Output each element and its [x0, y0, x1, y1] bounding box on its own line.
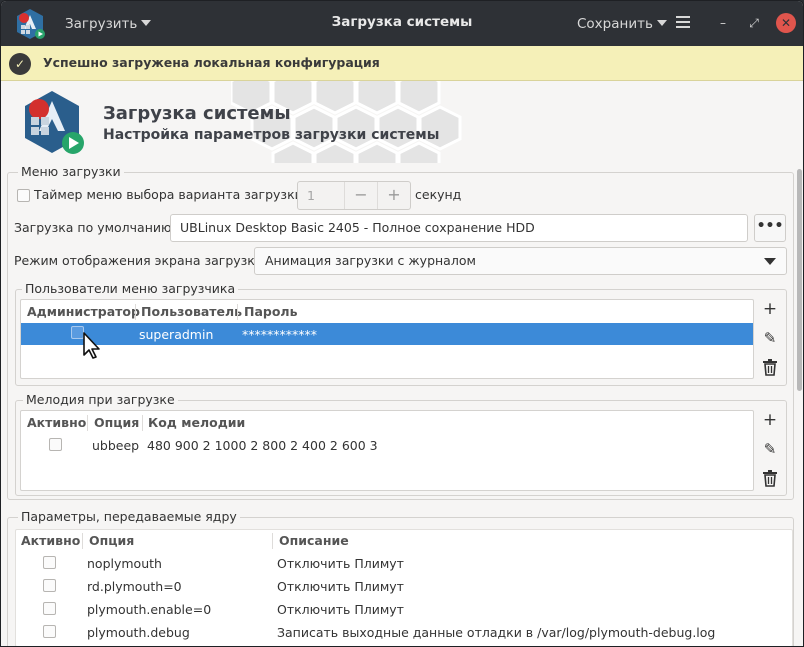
plus-icon[interactable]: + [377, 182, 410, 209]
banner: Загрузка системы Настройка параметров за… [1, 81, 803, 163]
table-row[interactable]: superadmin ************ [21, 323, 753, 345]
edit-user-button[interactable]: ✎ [759, 328, 781, 350]
timer-value: 1 [307, 188, 315, 203]
default-boot-label: Загрузка по умолчанию: [14, 220, 176, 235]
page-subtitle: Настройка параметров загрузки системы [103, 127, 440, 143]
maximize-icon[interactable]: ⤢ [744, 13, 764, 33]
column-header[interactable]: Активно [27, 415, 86, 430]
timer-spinner[interactable]: 1 − + [297, 181, 411, 210]
app-window: Загрузить Загрузка системы Сохранить – ⤢… [0, 0, 804, 647]
table-row[interactable]: plymouth.debug Записать выходные данные … [16, 622, 792, 645]
header-bar: Загрузить Загрузка системы Сохранить – ⤢… [1, 1, 803, 46]
melody-table[interactable]: Активно Опция Код мелодии ubbeep 480 900… [20, 410, 754, 491]
users-legend: Пользователи меню загрузчика [22, 281, 239, 296]
kernel-active-checkbox[interactable] [43, 579, 56, 592]
kernel-desc-cell: Записать выходные данные отладки в /var/… [277, 625, 716, 640]
column-header[interactable]: Администратор [27, 304, 140, 319]
plus-icon: + [762, 410, 778, 430]
timer-unit: секунд [415, 187, 462, 202]
chevron-down-icon [656, 20, 667, 26]
kernel-option-cell: plymouth.enable=0 [87, 602, 212, 617]
pencil-icon: ✎ [763, 440, 777, 458]
trash-icon[interactable] [762, 470, 778, 487]
kernel-active-checkbox[interactable] [43, 625, 56, 638]
table-row[interactable]: ubbeep 480 900 2 1000 2 800 2 400 2 600 … [21, 435, 753, 457]
kernel-table[interactable]: Активно Опция Описание noplymouth Отключ… [15, 529, 793, 646]
trash-icon[interactable] [762, 359, 778, 376]
save-menu-label: Сохранить [577, 16, 653, 32]
timer-checkbox[interactable] [17, 189, 30, 202]
column-header[interactable]: Опция [94, 415, 139, 430]
add-melody-button[interactable]: + [759, 410, 781, 432]
chevron-down-icon [764, 258, 776, 265]
plus-icon: + [762, 299, 778, 319]
more-button[interactable]: ••• [754, 214, 786, 242]
column-header[interactable]: Пользователь [141, 304, 242, 319]
boot-menu-legend: Меню загрузки [18, 164, 124, 179]
hamburger-icon[interactable] [676, 16, 690, 30]
info-message: Успешно загружена локальная конфигурация [43, 55, 380, 70]
table-row[interactable]: noplymouth Отключить Плимут [16, 553, 792, 576]
kernel-active-checkbox[interactable] [43, 602, 56, 615]
kernel-desc-cell: Отключить Плимут [277, 602, 404, 617]
timer-label: Таймер меню выбора варианта загрузки: [34, 187, 307, 202]
column-header[interactable]: Активно [21, 533, 80, 548]
melody-legend: Мелодия при загрузке [23, 392, 178, 407]
minimize-icon[interactable]: – [713, 13, 733, 33]
display-mode-value: Анимация загрузки с журналом [265, 253, 476, 268]
kernel-option-cell: plymouth.debug [87, 625, 190, 640]
column-header[interactable]: Опция [89, 533, 134, 548]
kernel-option-cell: rd.plymouth=0 [87, 579, 182, 594]
column-header[interactable]: Код мелодии [148, 415, 245, 430]
display-mode-select[interactable]: Анимация загрузки с журналом [254, 247, 787, 275]
display-mode-label: Режим отображения экрана загрузки: [14, 253, 268, 268]
melody-code-cell: 480 900 2 1000 2 800 2 400 2 600 3 [147, 438, 378, 453]
column-header[interactable]: Описание [279, 533, 349, 548]
melody-active-checkbox[interactable] [49, 438, 62, 451]
pencil-icon: ✎ [763, 329, 777, 347]
add-user-button[interactable]: + [759, 299, 781, 321]
vertical-scrollbar[interactable] [797, 169, 802, 391]
user-cell: superadmin [139, 327, 214, 342]
kernel-option-cell: noplymouth [87, 556, 162, 571]
kernel-desc-cell: Отключить Плимут [277, 579, 404, 594]
kernel-desc-cell: Отключить Плимут [277, 556, 404, 571]
kernel-legend: Параметры, передаваемые ядру [18, 509, 240, 524]
info-bar: ✓ Успешно загружена локальная конфигурац… [1, 46, 803, 81]
minus-icon[interactable]: − [344, 182, 377, 209]
save-menu-button[interactable]: Сохранить [577, 13, 667, 35]
users-table[interactable]: Администратор Пользователь Пароль supera… [20, 299, 754, 379]
table-row[interactable]: rd.plymouth=0 Отключить Плимут [16, 576, 792, 599]
table-row[interactable]: plymouth.enable=0 Отключить Плимут [16, 599, 792, 622]
close-icon[interactable]: ✕ [776, 13, 796, 33]
kernel-active-checkbox[interactable] [43, 556, 56, 569]
page-title: Загрузка системы [103, 103, 291, 124]
checkmark-circle-icon: ✓ [9, 53, 31, 75]
column-header[interactable]: Пароль [244, 304, 298, 319]
mouse-cursor-icon [83, 332, 100, 359]
melody-option-cell: ubbeep [92, 438, 140, 453]
password-cell: ************ [242, 327, 317, 342]
default-boot-field[interactable]: UBLinux Desktop Basic 2405 - Полное сохр… [170, 214, 748, 242]
ublinux-boot-icon [25, 91, 84, 154]
edit-melody-button[interactable]: ✎ [759, 439, 781, 461]
